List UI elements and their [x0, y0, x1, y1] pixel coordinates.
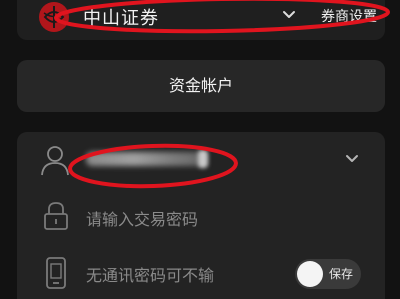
- chevron-down-icon[interactable]: [281, 7, 297, 23]
- account-input[interactable]: [86, 152, 206, 166]
- password-input[interactable]: 请输入交易密码: [86, 206, 198, 230]
- comm-password-input[interactable]: 无通讯密码可不输: [86, 262, 214, 286]
- broker-selector[interactable]: 中山证券 券商设置: [17, 0, 385, 40]
- save-password-toggle[interactable]: 保存: [295, 259, 361, 289]
- account-mask-end: [198, 150, 208, 168]
- user-icon: [40, 144, 70, 180]
- broker-name: 中山证券: [83, 8, 159, 29]
- toggle-knob: [297, 261, 323, 287]
- lock-icon: [42, 201, 70, 235]
- login-screen: 中山证券 券商设置 资金帐户 请输入交易密码 无通讯密码可不输 保存: [0, 0, 400, 299]
- fund-account-button[interactable]: 资金帐户: [17, 60, 385, 112]
- chevron-down-icon[interactable]: [344, 151, 360, 167]
- phone-icon: [45, 256, 67, 294]
- broker-settings-link[interactable]: 券商设置: [321, 6, 377, 26]
- save-toggle-label: 保存: [329, 267, 354, 281]
- broker-logo-icon: [39, 2, 69, 32]
